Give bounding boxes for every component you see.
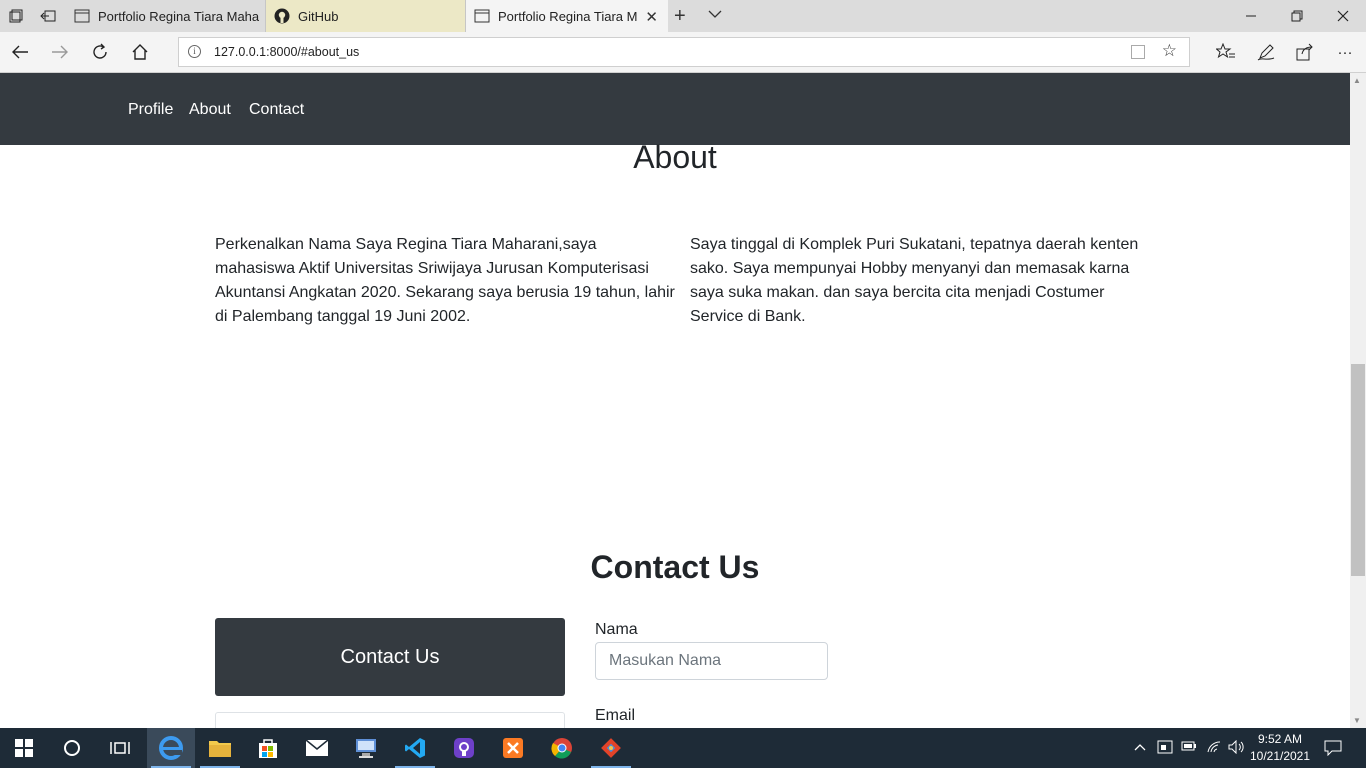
scroll-down-icon[interactable]: ▼ xyxy=(1353,716,1361,725)
clock[interactable]: 9:52 AM 10/21/2021 xyxy=(1248,731,1312,765)
about-text-right: Saya tinggal di Komplek Puri Sukatani, t… xyxy=(690,236,1139,325)
name-input[interactable] xyxy=(595,642,828,680)
page-icon xyxy=(474,8,490,24)
address-input[interactable]: i 127.0.0.1:8000/#about_us ☆ xyxy=(178,37,1190,67)
back-icon[interactable] xyxy=(8,40,32,64)
more-icon[interactable]: ··· xyxy=(1334,41,1356,63)
pen-icon[interactable] xyxy=(1255,41,1277,63)
github-desktop-icon[interactable] xyxy=(440,728,488,768)
tab-github[interactable]: GitHub xyxy=(266,0,466,32)
tab-portfolio-active[interactable]: Portfolio Regina Tiara M ✕ xyxy=(466,0,668,32)
about-heading: About xyxy=(633,139,717,175)
battery-icon[interactable] xyxy=(1181,740,1197,755)
action-tray-icon[interactable] xyxy=(1157,740,1173,757)
new-tab-icon[interactable]: + xyxy=(674,5,686,28)
network-app-icon[interactable] xyxy=(342,728,390,768)
chrome-icon[interactable] xyxy=(538,728,586,768)
refresh-icon[interactable] xyxy=(88,40,112,64)
notification-icon[interactable] xyxy=(1324,740,1342,759)
tab-actions-icon[interactable] xyxy=(6,6,26,26)
reading-view-icon[interactable] xyxy=(1131,45,1145,59)
tab-label: GitHub xyxy=(298,8,339,24)
minimize-icon[interactable] xyxy=(1228,0,1274,32)
site-info-icon[interactable]: i xyxy=(188,45,201,58)
vscode-icon[interactable] xyxy=(391,728,439,768)
chevron-down-icon[interactable] xyxy=(708,6,722,22)
git-gui-icon[interactable] xyxy=(587,728,635,768)
github-icon xyxy=(274,8,290,24)
browser-tab-bar: Portfolio Regina Tiara Maha GitHub Portf… xyxy=(0,0,1366,32)
scroll-up-icon[interactable]: ▲ xyxy=(1353,76,1361,85)
web-page: Profile About Contact About Perkenalkan … xyxy=(0,73,1350,728)
wifi-icon[interactable] xyxy=(1206,740,1222,757)
windows-start-icon[interactable] xyxy=(0,728,48,768)
url-text: 127.0.0.1:8000/#about_us xyxy=(214,45,360,59)
set-aside-tabs-icon[interactable] xyxy=(38,6,58,26)
contact-card-body xyxy=(215,712,565,728)
name-label: Nama xyxy=(595,621,638,638)
contact-heading: Contact Us xyxy=(590,549,760,585)
tab-portfolio-1[interactable]: Portfolio Regina Tiara Maha xyxy=(66,0,266,32)
windows-taskbar: 9:52 AM 10/21/2021 xyxy=(0,728,1366,768)
forward-icon[interactable] xyxy=(48,40,72,64)
page-icon xyxy=(74,8,90,24)
task-view-icon[interactable] xyxy=(96,728,144,768)
favorites-list-icon[interactable] xyxy=(1215,41,1237,63)
contact-card-title: Contact Us xyxy=(340,645,440,668)
chevron-up-icon[interactable] xyxy=(1134,740,1146,755)
search-icon[interactable] xyxy=(48,728,96,768)
tab-label: Portfolio Regina Tiara M xyxy=(498,8,638,24)
file-explorer-icon[interactable] xyxy=(196,728,244,768)
site-navbar: Profile About Contact xyxy=(0,73,1350,145)
volume-icon[interactable] xyxy=(1228,739,1246,757)
nav-link-contact[interactable]: Contact xyxy=(249,101,304,119)
xampp-icon[interactable] xyxy=(489,728,537,768)
tab-label: Portfolio Regina Tiara Maha xyxy=(98,8,260,24)
store-icon[interactable] xyxy=(244,728,292,768)
contact-card-header: Contact Us xyxy=(215,618,565,696)
mail-icon[interactable] xyxy=(293,728,341,768)
clock-date: 10/21/2021 xyxy=(1249,749,1311,763)
email-label: Email xyxy=(595,707,636,724)
home-icon[interactable] xyxy=(128,40,152,64)
clock-time: 9:52 AM xyxy=(1257,732,1303,746)
close-tab-icon[interactable]: ✕ xyxy=(645,8,658,26)
scrollbar-thumb[interactable] xyxy=(1351,364,1365,576)
restore-icon[interactable] xyxy=(1274,0,1320,32)
nav-link-about[interactable]: About xyxy=(189,101,231,119)
edge-browser-icon[interactable] xyxy=(147,728,195,768)
favorite-star-icon[interactable]: ☆ xyxy=(1162,41,1177,61)
close-window-icon[interactable] xyxy=(1320,0,1366,32)
nav-link-profile[interactable]: Profile xyxy=(128,101,173,119)
about-text-left: Perkenalkan Nama Saya Regina Tiara Mahar… xyxy=(215,236,675,325)
share-icon[interactable] xyxy=(1294,41,1316,63)
browser-address-bar: i 127.0.0.1:8000/#about_us ☆ ··· xyxy=(0,32,1366,73)
